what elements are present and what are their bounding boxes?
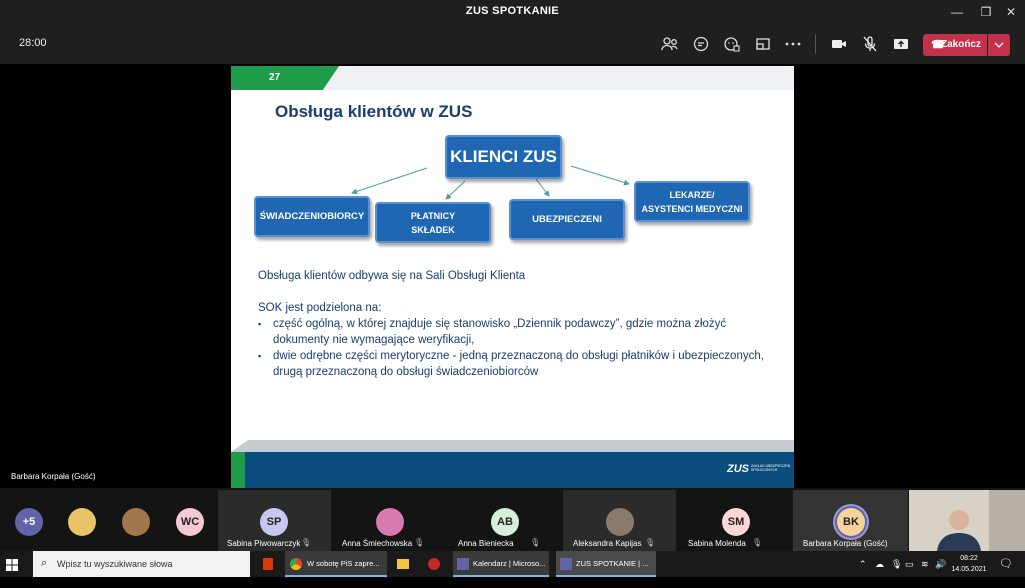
taskbar-app-calendar[interactable]: Kalendarz | Microso...	[453, 551, 549, 577]
taskbar-app-chrome[interactable]: W sobotę PiS zapre...	[285, 551, 387, 577]
mic-off-icon: 🎙	[414, 538, 425, 547]
mic-off-icon[interactable]	[858, 32, 882, 56]
diagram-node-label: ŚWIADCZENIOBIORCY	[259, 211, 365, 222]
slide-body: Obsługa klientów odbywa się na Sali Obsł…	[258, 268, 778, 380]
taskbar-app-label: ZUS SPOTKANIE | ...	[576, 559, 649, 568]
avatar: AB	[491, 508, 519, 536]
chat-icon[interactable]	[689, 32, 713, 56]
arrow-to-platnicy	[445, 180, 466, 200]
more-options-icon[interactable]	[781, 32, 805, 56]
phone-hangup-icon: ☎	[931, 39, 945, 51]
slide-bullet: część ogólną, w której znajduje się stan…	[258, 316, 778, 348]
participant-name: Aleksandra Kapijas	[573, 539, 642, 548]
presentation-slide: 27 Obsługa klientów w ZUS KLIENCI ZUS ŚW…	[231, 66, 794, 488]
chrome-icon	[290, 558, 302, 570]
windows-taskbar: ⌕ Wpisz tu wyszukiwane słowa W sobotę Pi…	[0, 551, 1025, 577]
arrow-to-lekarze	[570, 165, 630, 186]
diagram-node-label: KLIENCI ZUS	[450, 147, 557, 166]
taskbar-app-label: Kalendarz | Microso...	[473, 559, 546, 568]
volume-icon[interactable]: 🔊	[935, 559, 946, 570]
battery-icon[interactable]: ▭	[905, 559, 914, 570]
chevron-down-icon	[994, 42, 1004, 48]
avatar	[606, 508, 634, 536]
avatar[interactable]	[122, 508, 150, 536]
microphone-icon[interactable]: 🎙	[891, 559, 902, 570]
participant-name: Anna Bieniecka	[458, 539, 514, 548]
share-screen-icon[interactable]	[889, 32, 913, 56]
mic-off-icon: 🎙	[645, 538, 656, 547]
slide-footer	[231, 452, 794, 488]
notifications-icon[interactable]: 🗨	[999, 557, 1013, 570]
meeting-timer: 28:00	[19, 37, 47, 49]
title-bar: ZUS SPOTKANIE — ❐ ✕	[0, 0, 1025, 24]
media-app-icon[interactable]	[424, 551, 444, 577]
avatar: SP	[260, 508, 288, 536]
mic-off-icon: 🎙	[301, 538, 312, 547]
arrow-to-swiadczeniobiorcy	[351, 167, 428, 195]
participant-name: Barbara Korpała (Gość)	[803, 539, 888, 548]
participants-icon[interactable]	[658, 32, 682, 56]
chevron-up-icon[interactable]: ⌃	[859, 559, 867, 570]
diagram-node-label: UBEZPIECZENI	[532, 214, 602, 225]
slide-footer-accent	[231, 452, 245, 488]
diagram-node-label: LEKARZE/	[669, 189, 715, 200]
taskbar-search-placeholder: Wpisz tu wyszukiwane słowa	[57, 559, 173, 569]
clock-date: 14.05.2021	[951, 566, 987, 573]
file-explorer-icon[interactable]	[393, 551, 413, 577]
clock-time: 08:22	[960, 555, 978, 562]
diagram-node-swiadczeniobiorcy: ŚWIADCZENIOBIORCY	[254, 196, 370, 237]
diagram-node-label: SKŁADEK	[411, 224, 455, 235]
more-participants-badge[interactable]: +5	[15, 508, 43, 536]
avatar[interactable]	[68, 508, 96, 536]
slide-intro: Obsługa klientów odbywa się na Sali Obsł…	[258, 270, 526, 282]
toolbar-divider	[815, 34, 816, 54]
taskbar-search[interactable]: ⌕ Wpisz tu wyszukiwane słowa	[33, 551, 250, 577]
self-video[interactable]	[909, 490, 1025, 551]
taskbar-app-meeting[interactable]: ZUS SPOTKANIE | ...	[556, 551, 656, 577]
rooms-icon[interactable]	[751, 32, 775, 56]
diagram-node-klienci-zus: KLIENCI ZUS	[445, 135, 562, 179]
wifi-icon[interactable]: ≋	[921, 559, 929, 570]
mic-off-icon: 🎙	[530, 538, 541, 547]
avatar: SM	[722, 508, 750, 536]
zus-logo: ZUS	[727, 463, 749, 475]
diagram-node-label: ASYSTENCI MEDYCZNI	[641, 203, 743, 214]
windows-start-icon[interactable]	[6, 558, 18, 571]
office-icon[interactable]	[258, 551, 278, 577]
participant-name: Anna Śmiechowska	[342, 539, 413, 548]
teams-icon	[457, 558, 469, 570]
close-icon[interactable]: ✕	[996, 0, 1025, 24]
diagram-node-platnicy: PŁATNICY SKŁADEK	[375, 202, 491, 243]
leave-meeting-label: Zakończ	[940, 39, 981, 50]
camera-icon[interactable]	[827, 32, 851, 56]
avatar: BK	[837, 508, 865, 536]
search-icon: ⌕	[41, 557, 48, 569]
slide-bullet: dwie odrębne części merytoryczne - jedną…	[258, 348, 778, 380]
mic-off-icon: 🎙	[752, 538, 763, 547]
cloud-icon[interactable]: ☁	[875, 559, 884, 570]
avatar	[376, 508, 404, 536]
presenter-name: Barbara Korpała (Gość)	[11, 472, 96, 481]
teams-icon	[560, 558, 572, 570]
diagram-node-label: PŁATNICY	[410, 210, 456, 221]
meeting-toolbar: 28:00 ☎ Zakończ	[0, 24, 1025, 64]
taskbar-app-label: W sobotę PiS zapre...	[307, 559, 380, 568]
diagram-node-lekarze: LEKARZE/ ASYSTENCI MEDYCZNI	[634, 181, 750, 222]
zus-logo-subtitle: ZAKŁAD UBEZPIECZEŃ SPOŁECZNYCH	[751, 464, 791, 472]
participant-name: Sabina Piwowarczyk	[227, 539, 301, 548]
slide-footer-band	[231, 440, 794, 452]
leave-options-button[interactable]	[988, 34, 1010, 56]
taskbar-clock[interactable]: 08:22 14.05.2021	[949, 553, 989, 575]
slide-sok-heading: SOK jest podzielona na:	[258, 302, 382, 314]
arrow-to-ubezpieczeni	[535, 178, 550, 197]
window-title: ZUS SPOTKANIE	[465, 5, 560, 17]
minimize-icon[interactable]: —	[942, 0, 972, 24]
leave-meeting-button[interactable]: ☎ Zakończ	[923, 34, 987, 56]
participant-name: Sabina Molenda	[688, 539, 746, 548]
diagram-node-ubezpieczeni: UBEZPIECZENI	[509, 199, 625, 240]
reactions-icon[interactable]	[720, 32, 744, 56]
avatar[interactable]: WC	[176, 508, 204, 536]
